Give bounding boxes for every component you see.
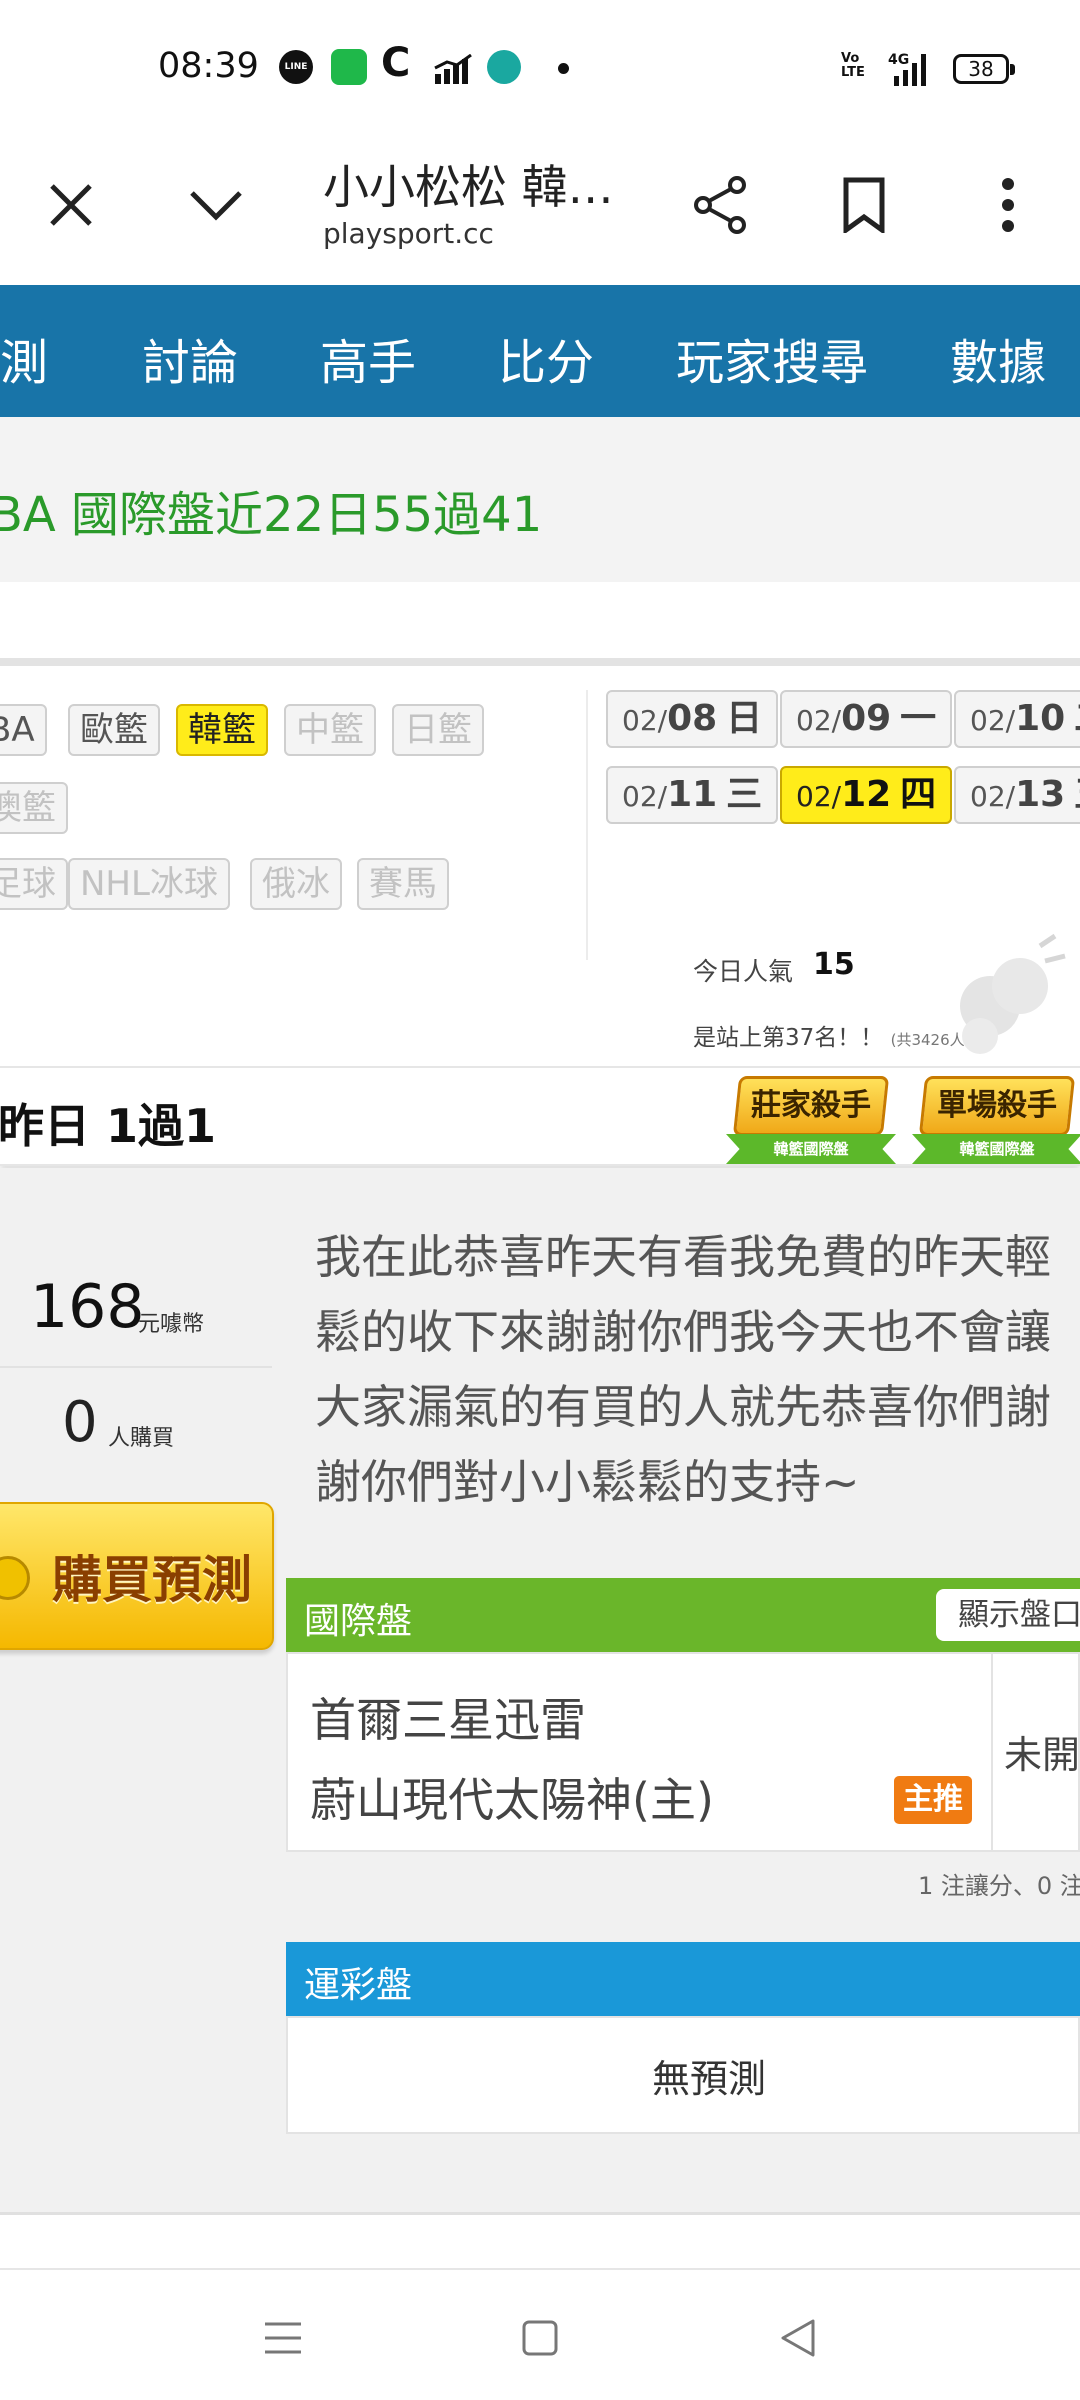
buyers-unit: 人購買 [108, 1426, 175, 1451]
league-tag-horse[interactable]: 賽馬 [357, 858, 449, 910]
nav-item-data[interactable]: 數據 [950, 323, 1046, 393]
filter-separator [586, 690, 588, 960]
buyers-count: 0 [62, 1390, 98, 1455]
yesterday-bar: 昨日 1過1 莊家殺手 韓籃國際盤 單場殺手 韓籃國際盤 [0, 1066, 1080, 1166]
divider [0, 658, 1080, 666]
green-app-icon [331, 49, 367, 85]
lottery-panel-label: 運彩盤 [304, 1965, 413, 2006]
chevron-down-icon[interactable] [181, 170, 251, 240]
filter-panel: BA 歐籃 韓籃 中籃 日籃 澳籃 足球 NHL冰球 俄冰 賽馬 02/08 日… [0, 666, 1080, 1066]
match-status: 未開 [1004, 1733, 1080, 1777]
nav-item-predict[interactable]: 預測 [0, 323, 48, 393]
close-icon[interactable] [36, 170, 106, 240]
system-nav-bar [0, 2268, 1080, 2400]
content-divider [0, 2212, 1080, 2215]
browser-toolbar: 小小松松 韓… playsport.cc [0, 125, 1080, 285]
status-time: 08:39 [158, 46, 259, 86]
chart-icon [434, 54, 472, 84]
match-separator [991, 1654, 993, 1850]
yesterday-text: 昨日 1過1 [0, 1099, 217, 1153]
signal-icon: 4G [888, 52, 926, 86]
intl-panel-header: 國際盤 顯示盤口 [286, 1578, 1080, 1652]
prediction-message: 我在此恭喜昨天有看我免費的昨天輕鬆的收下來謝謝你們我今天也不會讓大家漏氣的有買的… [315, 1230, 1051, 1509]
price-unit: 元噱幣 [138, 1312, 205, 1337]
menu-icon[interactable] [253, 2310, 313, 2366]
date-tab-0211[interactable]: 02/11 三 [606, 766, 779, 824]
nav-item-player-search[interactable]: 玩家搜尋 [676, 323, 868, 393]
line-icon: LINE [279, 50, 313, 84]
badge-banker-killer: 莊家殺手 韓籃國際盤 [726, 1076, 896, 1176]
back-triangle-icon[interactable] [768, 2310, 828, 2366]
home-square-icon[interactable] [510, 2310, 570, 2366]
league-tag-korea[interactable]: 韓籃 [176, 704, 268, 756]
price-divider [0, 1366, 272, 1368]
league-tag-soccer[interactable]: 足球 [0, 858, 68, 910]
team-away: 首爾三星迅雷 [310, 1693, 586, 1747]
no-prediction-text: 無預測 [651, 2057, 766, 2101]
intl-panel-label: 國際盤 [304, 1601, 413, 1642]
popularity-label: 今日人氣 [693, 957, 794, 986]
battery-indicator: 38 [953, 54, 1015, 84]
show-odds-button[interactable]: 顯示盤口 [936, 1589, 1080, 1641]
date-tab-0213[interactable]: 02/13 五 [954, 766, 1080, 824]
nav-item-scores[interactable]: 比分 [498, 323, 594, 393]
main-push-badge: 主推 [894, 1776, 972, 1824]
match-row: 首爾三星迅雷 蔚山現代太陽神(主) 主推 未開 [286, 1652, 1080, 1852]
league-tag-nba[interactable]: BA [0, 704, 47, 756]
badge-single-killer: 單場殺手 韓籃國際盤 [912, 1076, 1080, 1176]
league-tag-china[interactable]: 中籃 [284, 704, 376, 756]
status-bar: 08:39 LINE C Vo LTE 4G 38 [0, 0, 1080, 125]
date-tab-0208[interactable]: 02/08 日 [606, 690, 779, 748]
popularity-value: 15 [813, 947, 855, 982]
teal-app-icon [487, 50, 521, 84]
league-tag-khl[interactable]: 俄冰 [250, 858, 342, 910]
lottery-panel-header: 運彩盤 [286, 1942, 1080, 2016]
volte-label: Vo LTE [841, 51, 865, 80]
date-tab-0209[interactable]: 02/09 一 [780, 690, 953, 748]
league-tag-australia[interactable]: 澳籃 [0, 782, 68, 834]
site-nav: 預測 討論 高手 比分 玩家搜尋 數據 [0, 285, 1080, 417]
more-vert-icon[interactable] [973, 170, 1043, 240]
dot-icon [558, 63, 569, 74]
coin-icon [0, 1556, 30, 1600]
record-text: BA 國際盤近22日55過41 [0, 487, 543, 543]
price-value: 168 [30, 1272, 145, 1342]
c-icon: C [381, 40, 411, 86]
page-title: 小小松松 韓… [323, 160, 614, 214]
record-banner: BA 國際盤近22日55過41 [0, 417, 1080, 582]
bookmark-icon[interactable] [829, 170, 899, 240]
rank-text: 是站上第37名！！ (共3426人) [693, 1025, 971, 1051]
svg-text:4G: 4G [888, 52, 909, 68]
buy-button-label: 購買預測 [52, 1551, 252, 1609]
league-tag-japan[interactable]: 日籃 [392, 704, 484, 756]
mascot-icon [960, 933, 1066, 1054]
share-icon[interactable] [686, 170, 756, 240]
buy-prediction-button[interactable]: 購買預測 [0, 1502, 274, 1650]
league-tag-nhl[interactable]: NHL冰球 [68, 858, 230, 910]
prediction-content: 168 元噱幣 0 人購買 購買預測 我在此恭喜昨天有看我免費的昨天輕鬆的收下來… [0, 1168, 1080, 2215]
page-url: playsport.cc [323, 217, 494, 250]
lottery-panel-body: 無預測 [286, 2016, 1080, 2134]
league-tag-euro[interactable]: 歐籃 [68, 704, 160, 756]
nav-item-discuss[interactable]: 討論 [142, 323, 238, 393]
bet-note: 1 注讓分、0 注 [918, 1872, 1080, 1900]
date-tab-0212[interactable]: 02/12 四 [780, 766, 953, 824]
team-home: 蔚山現代太陽神(主) [310, 1773, 714, 1827]
date-tab-0210[interactable]: 02/10 二 [954, 690, 1080, 748]
nav-item-experts[interactable]: 高手 [320, 323, 416, 393]
